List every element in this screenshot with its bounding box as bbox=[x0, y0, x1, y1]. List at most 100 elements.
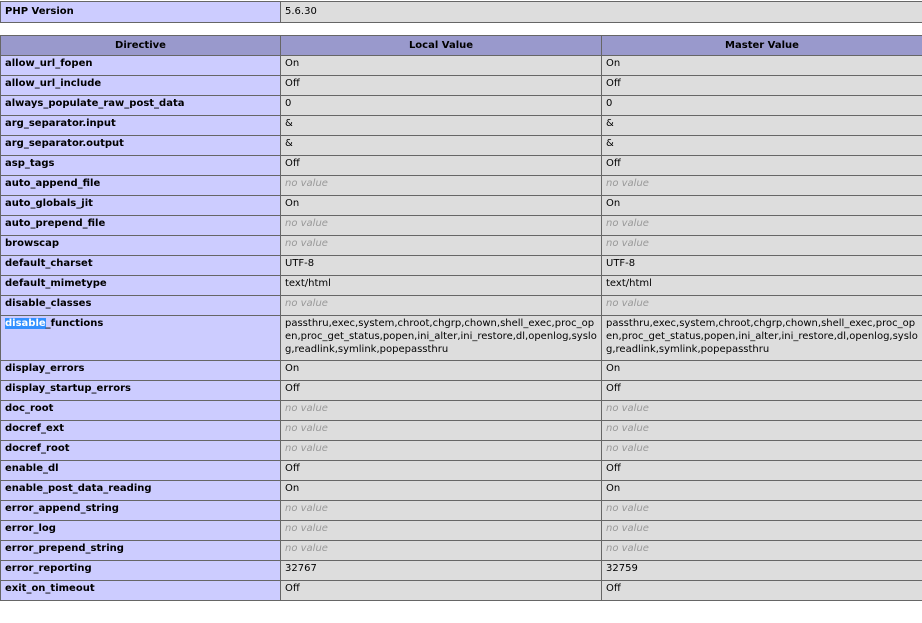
local-value: & bbox=[280, 115, 602, 136]
table-row: default_charset UTF-8 UTF-8 bbox=[0, 255, 922, 276]
table-row: auto_globals_jit On On bbox=[0, 195, 922, 216]
version-value: 5.6.30 bbox=[280, 1, 922, 23]
master-value: no value bbox=[601, 235, 922, 256]
directive-name: arg_separator.input bbox=[0, 115, 281, 136]
no-value-text: no value bbox=[606, 238, 649, 249]
local-value: no value bbox=[280, 215, 602, 236]
local-value: On bbox=[280, 360, 602, 381]
directive-name: auto_append_file bbox=[0, 175, 281, 196]
local-value: no value bbox=[280, 175, 602, 196]
no-value-text: no value bbox=[606, 523, 649, 534]
master-value: On bbox=[601, 55, 922, 76]
directive-name: asp_tags bbox=[0, 155, 281, 176]
table-row: error_prepend_string no value no value bbox=[0, 540, 922, 561]
master-value: On bbox=[601, 195, 922, 216]
local-value: UTF-8 bbox=[280, 255, 602, 276]
directive-rows: allow_url_fopen On On allow_url_include Off O… bbox=[0, 55, 922, 601]
table-row: disable_classes no value no value bbox=[0, 295, 922, 316]
master-value: no value bbox=[601, 175, 922, 196]
master-value: & bbox=[601, 135, 922, 156]
table-row: arg_separator.output & & bbox=[0, 135, 922, 156]
directive-name: auto_globals_jit bbox=[0, 195, 281, 216]
directive-name: disable_classes bbox=[0, 295, 281, 316]
table-row: always_populate_raw_post_data 0 0 bbox=[0, 95, 922, 116]
no-value-text: no value bbox=[606, 543, 649, 554]
directive-name: error_prepend_string bbox=[0, 540, 281, 561]
directive-name: display_startup_errors bbox=[0, 380, 281, 401]
no-value-text: no value bbox=[606, 503, 649, 514]
no-value-text: no value bbox=[285, 543, 328, 554]
no-value-text: no value bbox=[606, 443, 649, 454]
no-value-text: no value bbox=[285, 523, 328, 534]
local-value: On bbox=[280, 195, 602, 216]
no-value-text: no value bbox=[285, 443, 328, 454]
directive-name: exit_on_timeout bbox=[0, 580, 281, 601]
directive-name: allow_url_fopen bbox=[0, 55, 281, 76]
table-row: asp_tags Off Off bbox=[0, 155, 922, 176]
table-row: arg_separator.input & & bbox=[0, 115, 922, 136]
directive-name: enable_dl bbox=[0, 460, 281, 481]
master-value: Off bbox=[601, 380, 922, 401]
version-label: PHP Version bbox=[0, 1, 281, 23]
local-value: no value bbox=[280, 420, 602, 441]
master-value: text/html bbox=[601, 275, 922, 296]
version-table: PHP Version 5.6.30 bbox=[0, 1, 922, 23]
table-row: error_reporting 32767 32759 bbox=[0, 560, 922, 581]
master-value: & bbox=[601, 115, 922, 136]
local-value: Off bbox=[280, 380, 602, 401]
table-row: error_log no value no value bbox=[0, 520, 922, 541]
header-row: Directive Local Value Master Value bbox=[0, 35, 922, 56]
master-value: no value bbox=[601, 295, 922, 316]
directive-name: error_append_string bbox=[0, 500, 281, 521]
table-row: default_mimetype text/html text/html bbox=[0, 275, 922, 296]
local-value: On bbox=[280, 55, 602, 76]
table-row: allow_url_include Off Off bbox=[0, 75, 922, 96]
local-value: Off bbox=[280, 580, 602, 601]
no-value-text: no value bbox=[606, 423, 649, 434]
table-row: exit_on_timeout Off Off bbox=[0, 580, 922, 601]
directives-table: Directive Local Value Master Value allow… bbox=[0, 35, 922, 601]
table-row: auto_append_file no value no value bbox=[0, 175, 922, 196]
directive-name: arg_separator.output bbox=[0, 135, 281, 156]
directive-name: error_reporting bbox=[0, 560, 281, 581]
master-value: no value bbox=[601, 520, 922, 541]
version-row: PHP Version 5.6.30 bbox=[0, 1, 922, 23]
no-value-text: no value bbox=[606, 178, 649, 189]
no-value-text: no value bbox=[285, 503, 328, 514]
local-value: text/html bbox=[280, 275, 602, 296]
table-row: auto_prepend_file no value no value bbox=[0, 215, 922, 236]
local-value: Off bbox=[280, 75, 602, 96]
master-value: Off bbox=[601, 460, 922, 481]
table-row: enable_post_data_reading On On bbox=[0, 480, 922, 501]
master-value: On bbox=[601, 480, 922, 501]
local-value: no value bbox=[280, 400, 602, 421]
master-value: Off bbox=[601, 580, 922, 601]
local-value: no value bbox=[280, 295, 602, 316]
table-row: enable_dl Off Off bbox=[0, 460, 922, 481]
master-value: 0 bbox=[601, 95, 922, 116]
table-row: doc_root no value no value bbox=[0, 400, 922, 421]
master-value: no value bbox=[601, 440, 922, 461]
table-row: disable_functions passthru,exec,system,ch… bbox=[0, 315, 922, 361]
no-value-text: no value bbox=[606, 403, 649, 414]
local-value: no value bbox=[280, 520, 602, 541]
local-value: 0 bbox=[280, 95, 602, 116]
table-row: display_errors On On bbox=[0, 360, 922, 381]
local-value: no value bbox=[280, 540, 602, 561]
directive-name: auto_prepend_file bbox=[0, 215, 281, 236]
selected-text: disable bbox=[5, 318, 46, 329]
no-value-text: no value bbox=[285, 423, 328, 434]
directive-name: disable_functions bbox=[0, 315, 281, 361]
no-value-text: no value bbox=[285, 298, 328, 309]
master-value: Off bbox=[601, 75, 922, 96]
directive-name: allow_url_include bbox=[0, 75, 281, 96]
table-row: allow_url_fopen On On bbox=[0, 55, 922, 76]
directive-name: error_log bbox=[0, 520, 281, 541]
master-value: UTF-8 bbox=[601, 255, 922, 276]
no-value-text: no value bbox=[285, 178, 328, 189]
local-value: Off bbox=[280, 460, 602, 481]
no-value-text: no value bbox=[285, 403, 328, 414]
column-header-master-value: Master Value bbox=[601, 35, 922, 56]
no-value-text: no value bbox=[606, 218, 649, 229]
master-value: 32759 bbox=[601, 560, 922, 581]
